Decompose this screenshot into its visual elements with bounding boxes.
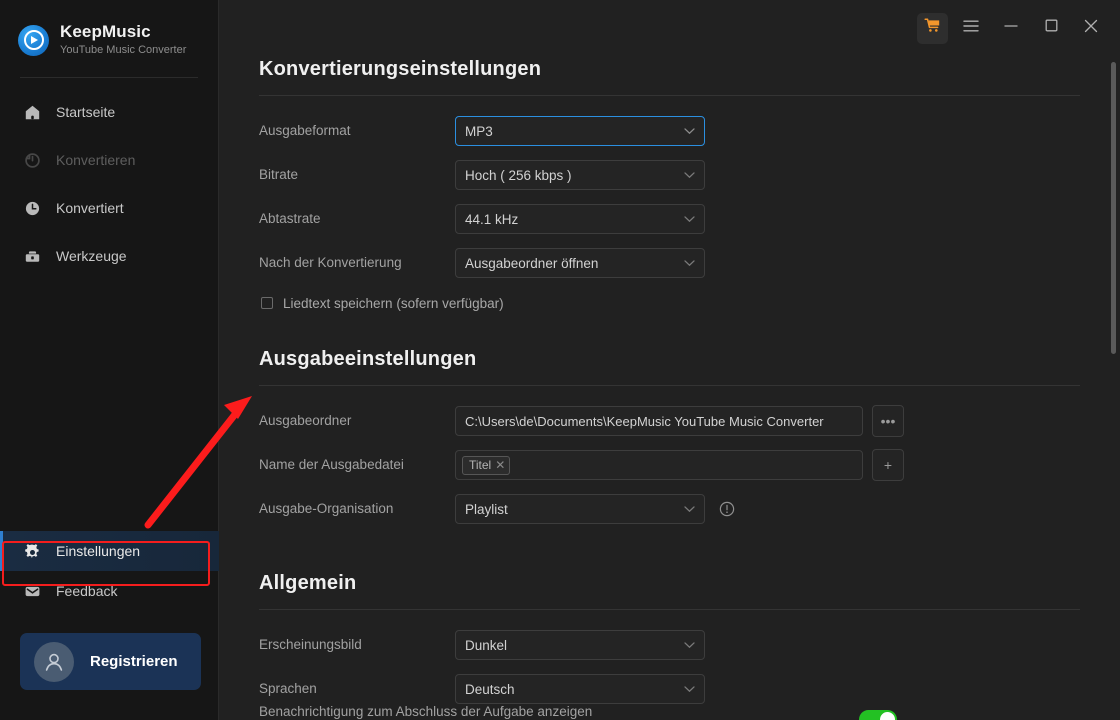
chevron-down-icon — [684, 637, 695, 652]
after-conversion-select[interactable]: Ausgabeordner öffnen — [455, 248, 705, 278]
browse-folder-button[interactable]: ••• — [872, 405, 904, 437]
sidebar-bottom-nav: Einstellungen Feedback Registrieren — [0, 531, 219, 720]
language-select[interactable]: Deutsch — [455, 674, 705, 704]
row-label: Ausgabeformat — [259, 123, 351, 138]
main-panel: Konvertierungseinstellungen Ausgabeforma… — [219, 0, 1120, 720]
row-label: Benachrichtigung zum Abschluss der Aufga… — [259, 704, 593, 719]
select-value: Hoch ( 256 kbps ) — [465, 167, 572, 183]
chevron-down-icon — [684, 255, 695, 270]
output-format-select[interactable]: MP3 — [455, 116, 705, 146]
sidebar-item-label: Startseite — [56, 104, 116, 120]
lyrics-checkbox[interactable] — [261, 297, 273, 309]
bitrate-select[interactable]: Hoch ( 256 kbps ) — [455, 160, 705, 190]
select-value: Ausgabeordner öffnen — [465, 255, 599, 271]
lyrics-checkbox-row[interactable]: Liedtext speichern (sofern verfügbar) — [261, 292, 1080, 314]
row-abtastrate: Abtastrate 44.1 kHz — [259, 204, 1080, 234]
convert-icon — [22, 150, 43, 171]
select-value: 44.1 kHz — [465, 211, 519, 227]
section-divider — [259, 609, 1080, 610]
sidebar-item-konvertieren[interactable]: Konvertieren — [0, 140, 218, 180]
appearance-select[interactable]: Dunkel — [455, 630, 705, 660]
row-label: Nach der Konvertierung — [259, 255, 402, 270]
sidebar-item-label: Einstellungen — [56, 543, 141, 559]
filename-tag-chip[interactable]: Titel ✕ — [462, 455, 511, 475]
row-label: Ausgabe-Organisation — [259, 501, 394, 516]
register-button[interactable]: Registrieren — [20, 633, 201, 690]
output-organisation-select[interactable]: Playlist — [455, 494, 705, 524]
sample-rate-select[interactable]: 44.1 kHz — [455, 204, 705, 234]
mail-icon — [22, 581, 43, 602]
row-label: Ausgabeordner — [259, 413, 352, 428]
add-tag-button[interactable]: + — [872, 449, 904, 481]
notification-toggle[interactable] — [859, 710, 897, 720]
home-icon — [22, 102, 43, 123]
sidebar-item-startseite[interactable]: Startseite — [0, 92, 218, 132]
row-ausgabeordner: Ausgabeordner C:\Users\de\Documents\Keep… — [259, 405, 1080, 437]
brand: KeepMusic YouTube Music Converter — [0, 0, 218, 58]
output-folder-input[interactable]: C:\Users\de\Documents\KeepMusic YouTube … — [455, 406, 863, 436]
filename-tags-input[interactable]: Titel ✕ — [455, 450, 863, 480]
clock-icon — [22, 198, 43, 219]
row-benachrichtigung-clipped: Benachrichtigung zum Abschluss der Aufga… — [259, 704, 1080, 720]
gear-icon — [22, 541, 43, 562]
info-circle-icon[interactable] — [719, 501, 735, 517]
row-label: Abtastrate — [259, 211, 321, 226]
play-circle-icon — [18, 24, 49, 56]
section-title-general: Allgemein — [259, 572, 357, 594]
row-sprachen: Sprachen Deutsch — [259, 674, 1080, 704]
remove-tag-icon[interactable]: ✕ — [495, 459, 505, 471]
toolbox-icon — [22, 246, 43, 267]
row-label: Erscheinungsbild — [259, 637, 362, 652]
row-label: Bitrate — [259, 167, 299, 182]
row-ausgabeformat: Ausgabeformat MP3 — [259, 116, 1080, 146]
section-title-output: Ausgabeeinstellungen — [259, 348, 477, 370]
sidebar-item-label: Konvertiert — [56, 200, 124, 216]
chevron-down-icon — [684, 123, 695, 138]
brand-title: KeepMusic — [60, 22, 151, 41]
row-dateiname: Name der Ausgabedatei Titel ✕ + — [259, 449, 1080, 481]
brand-subtitle: YouTube Music Converter — [60, 44, 187, 56]
sidebar-item-feedback[interactable]: Feedback — [0, 571, 219, 611]
output-folder-value: C:\Users\de\Documents\KeepMusic YouTube … — [465, 413, 824, 429]
sidebar-item-konvertiert[interactable]: Konvertiert — [0, 188, 218, 228]
section-divider — [259, 385, 1080, 386]
select-value: Playlist — [465, 501, 508, 517]
app-window: KeepMusic YouTube Music Converter Starts… — [0, 0, 1120, 720]
chevron-down-icon — [684, 167, 695, 182]
sidebar-item-label: Feedback — [56, 583, 118, 599]
sidebar: KeepMusic YouTube Music Converter Starts… — [0, 0, 219, 720]
sidebar-nav: Startseite Konvertieren Konvertiert Werk… — [0, 92, 218, 276]
filename-tag-label: Titel — [469, 458, 492, 472]
row-label: Sprachen — [259, 681, 317, 696]
section-title-conversion: Konvertierungseinstellungen — [259, 58, 542, 80]
register-label: Registrieren — [90, 653, 178, 670]
row-bitrate: Bitrate Hoch ( 256 kbps ) — [259, 160, 1080, 190]
chevron-down-icon — [684, 211, 695, 226]
chevron-down-icon — [684, 681, 695, 696]
row-nach-konvertierung: Nach der Konvertierung Ausgabeordner öff… — [259, 248, 1080, 278]
sidebar-item-label: Werkzeuge — [56, 248, 127, 264]
row-organisation: Ausgabe-Organisation Playlist — [259, 494, 1080, 524]
lyrics-checkbox-label: Liedtext speichern (sofern verfügbar) — [283, 295, 504, 311]
section-divider — [259, 95, 1080, 96]
user-avatar-icon — [34, 641, 74, 682]
select-value: Deutsch — [465, 681, 515, 697]
select-value: MP3 — [465, 123, 493, 139]
sidebar-item-label: Konvertieren — [56, 152, 136, 168]
settings-content: Konvertierungseinstellungen Ausgabeforma… — [219, 0, 1120, 720]
chevron-down-icon — [684, 501, 695, 516]
sidebar-divider — [20, 77, 198, 78]
row-label: Name der Ausgabedatei — [259, 457, 404, 472]
vertical-scrollbar[interactable] — [1111, 62, 1116, 354]
row-erscheinungsbild: Erscheinungsbild Dunkel — [259, 630, 1080, 660]
sidebar-item-werkzeuge[interactable]: Werkzeuge — [0, 236, 218, 276]
sidebar-item-einstellungen[interactable]: Einstellungen — [0, 531, 219, 571]
select-value: Dunkel — [465, 637, 508, 653]
